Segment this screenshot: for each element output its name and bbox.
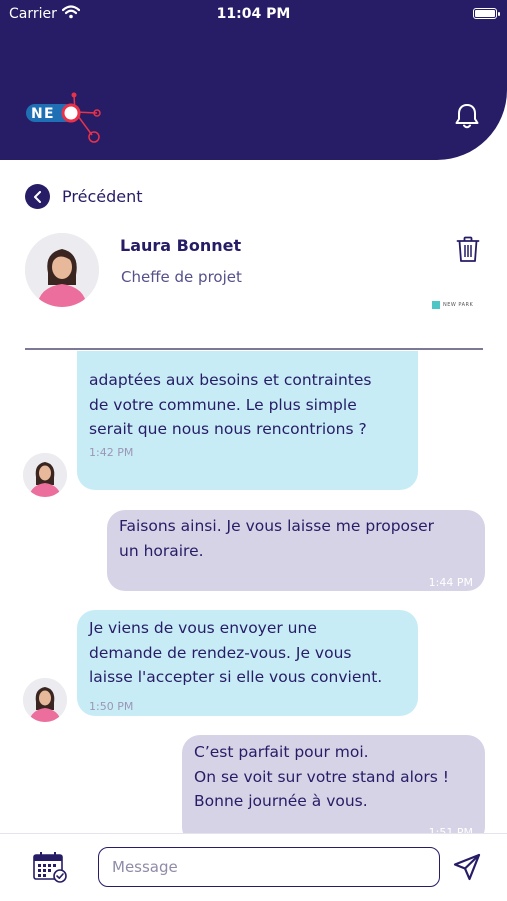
message-text: Je viens de vous envoyer une demande de …: [89, 619, 383, 686]
sender-avatar: [23, 678, 67, 722]
message-bubble-sent: C’est parfait pour moi. On se voit sur v…: [182, 735, 485, 833]
trash-icon[interactable]: [456, 236, 480, 263]
message-bubble-received: adaptées aux besoins et contraintes de v…: [77, 351, 418, 490]
message-time: 1:42 PM: [89, 446, 134, 459]
back-button[interactable]: Précédent: [25, 184, 143, 209]
back-label: Précédent: [62, 187, 143, 206]
message-text: C’est parfait pour moi. On se voit sur v…: [194, 743, 450, 810]
chevron-left-icon: [25, 184, 50, 209]
message-bubble-received: Je viens de vous envoyer une demande de …: [77, 610, 418, 716]
message-input[interactable]: [98, 847, 440, 887]
message-list[interactable]: adaptées aux besoins et contraintes de v…: [0, 351, 507, 833]
calendar-icon[interactable]: [33, 851, 67, 883]
svg-text:E: E: [44, 106, 54, 122]
bell-icon[interactable]: [454, 102, 480, 130]
svg-text:N: N: [31, 106, 43, 122]
message-time: 1:50 PM: [89, 700, 134, 713]
status-bar: Carrier 11:04 PM: [0, 0, 507, 30]
message-bubble-sent: Faisons ainsi. Je vous laisse me propose…: [107, 510, 485, 591]
contact-avatar: [25, 233, 99, 307]
neo-logo: N E: [26, 92, 101, 143]
message-text: Faisons ainsi. Je vous laisse me propose…: [119, 517, 435, 560]
message-text: adaptées aux besoins et contraintes de v…: [89, 371, 372, 438]
company-name: NEW PARK: [443, 302, 474, 308]
send-icon[interactable]: [452, 852, 482, 882]
contact-name: Laura Bonnet: [120, 236, 242, 255]
message-time: 1:44 PM: [428, 576, 473, 589]
company-logo: NEW PARK: [432, 301, 473, 309]
status-time: 11:04 PM: [216, 6, 291, 22]
contact-role: Cheffe de projet: [121, 268, 242, 286]
sender-avatar: [23, 453, 67, 497]
battery-icon: [473, 8, 500, 19]
divider: [25, 348, 483, 350]
message-time: 1:51 PM: [428, 826, 473, 833]
